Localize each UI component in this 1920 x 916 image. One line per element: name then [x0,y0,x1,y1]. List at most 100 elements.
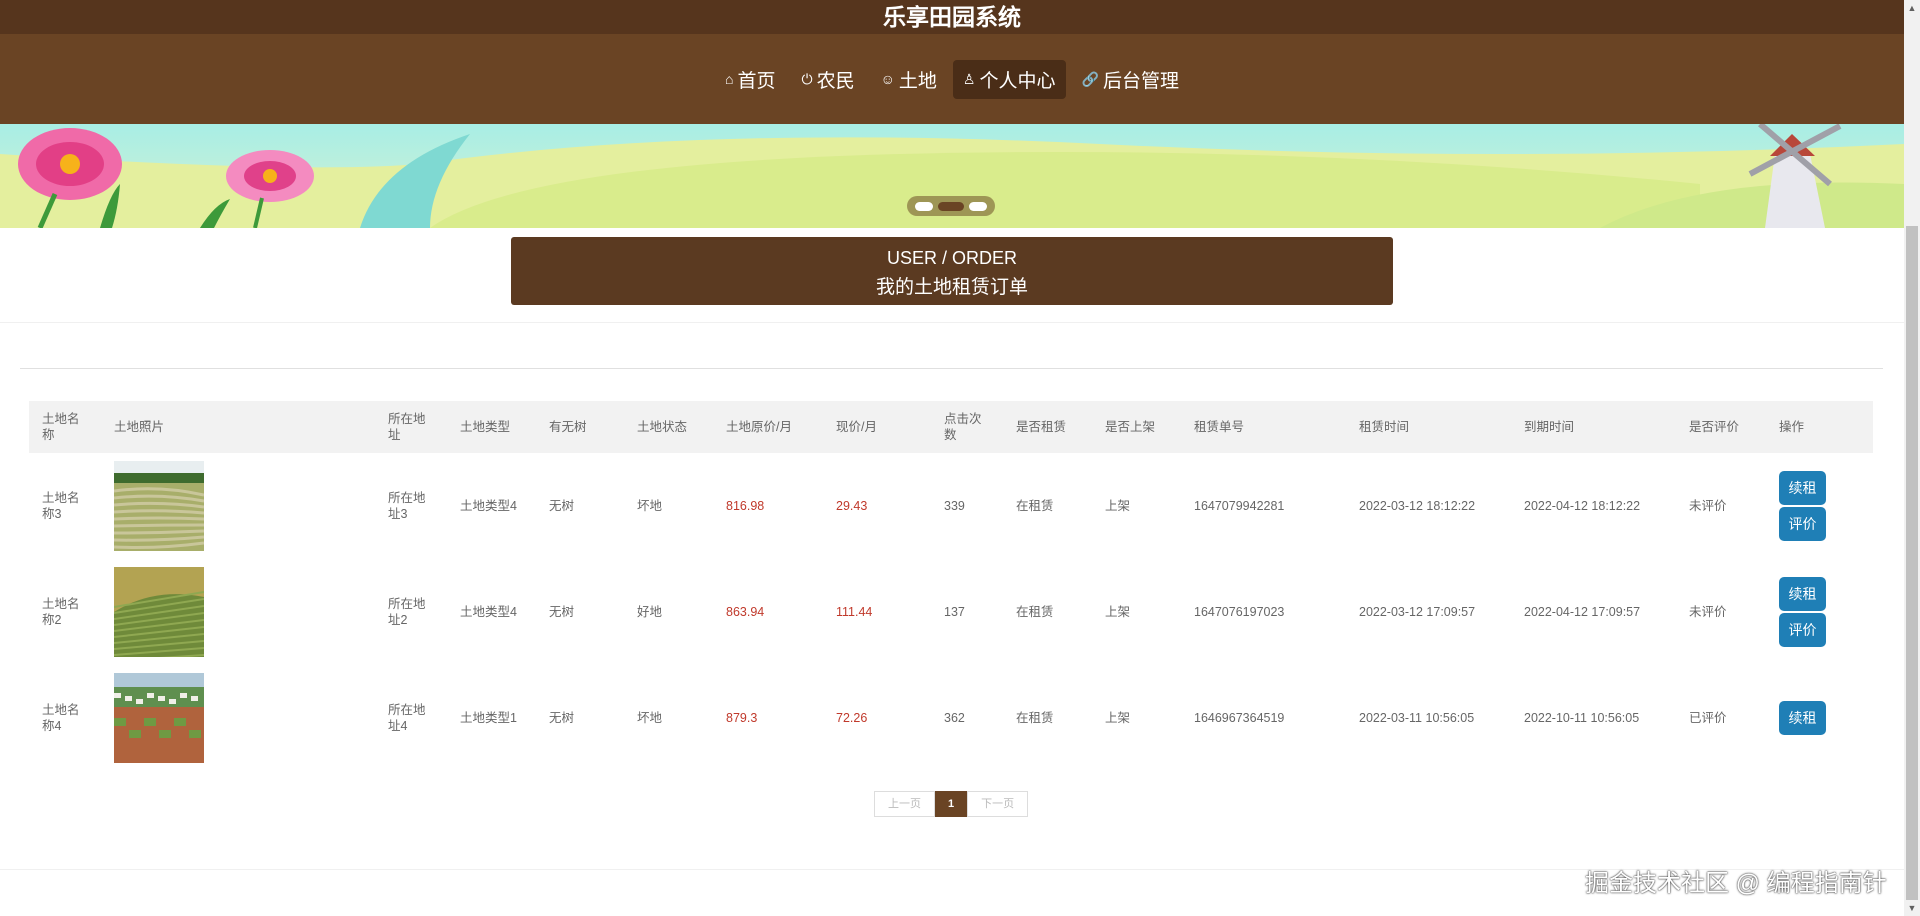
nav-item-label: 首页 [737,70,776,92]
cell-name: 土地名称2 [42,597,80,627]
renew-button[interactable]: 续租 [1779,471,1826,505]
user-icon: ♙ [962,70,976,87]
field-furrows-photo [101,453,375,559]
vertical-scrollbar[interactable]: ▲ ▼ [1904,0,1920,916]
cell-type: 土地类型1 [460,711,517,725]
review-button[interactable]: 评价 [1779,613,1826,647]
cell-tree: 无树 [549,711,575,725]
cell-type: 土地类型4 [460,499,517,513]
review-button[interactable]: 评价 [1779,507,1826,541]
column-header: 土地状态 [637,420,688,434]
column-header: 土地照片 [114,420,165,434]
nav-item-0[interactable]: ⌂ 首页 [715,60,785,99]
watermark: 掘金技术社区 @ 编程指南针 [1585,870,1887,897]
cell-rent-time: 2022-03-11 10:56:05 [1359,711,1475,725]
column-header: 现价/月 [836,420,877,434]
scroll-down-arrow-icon[interactable]: ▼ [1907,903,1917,913]
prev-page-button[interactable]: 上一页 [874,791,935,817]
cell-reviewed: 未评价 [1689,605,1727,619]
scroll-up-arrow-icon[interactable]: ▲ [1907,3,1917,13]
carousel-dot[interactable] [915,201,933,211]
carousel-indicators [907,196,995,216]
column-header: 所在地址 [388,412,426,442]
cell-listed: 上架 [1105,711,1131,725]
cell-reviewed: 未评价 [1689,499,1727,513]
cell-address: 所在地址2 [388,597,426,627]
next-page-button[interactable]: 下一页 [967,791,1029,817]
orders-table: 土地名称 土地照片 所在地址 土地类型 有无树 土地状态 土地原价/月 现价/月 点击次数 是否租… [29,401,1873,771]
cell-name: 土地名称4 [42,703,80,733]
current-page-button[interactable]: 1 [935,791,968,817]
column-header: 到期时间 [1524,420,1575,434]
cell-cur-price: 72.26 [836,711,868,725]
nav-item-label: 个人中心 [979,70,1056,92]
cell-status: 好地 [637,605,663,619]
cell-type: 土地类型4 [460,605,517,619]
cell-orig-price: 863.94 [726,605,765,619]
table-row: 土地名称3 所在地址3 土地类型4 无树 坏地 816.98 29.43 339 在租赁 上架 16… [29,453,1873,559]
nav-item-2[interactable]: ☺ 土地 [871,60,947,99]
column-header: 租赁单号 [1194,420,1245,434]
cell-order-no: 1647076197023 [1194,605,1285,619]
carousel-dot[interactable] [969,201,987,211]
nav-item-label: 农民 [816,70,855,92]
cell-orig-price: 879.3 [726,711,758,725]
cell-listed: 上架 [1105,605,1131,619]
green-field-photo [101,559,375,665]
cell-order-no: 1647079942281 [1194,499,1285,513]
cell-actions: 续租 [1766,665,1873,771]
cell-expire-time: 2022-10-11 10:56:05 [1524,711,1640,725]
table-header-row: 土地名称 土地照片 所在地址 土地类型 有无树 土地状态 土地原价/月 现价/月 点击次数 是否租… [29,401,1873,453]
table-row: 土地名称2 所在地址2 土地类型4 无树 好地 863.94 111.44 137 在租赁 上架 1… [29,559,1873,665]
section-title-block: USER / ORDER 我的土地租赁订单 [511,237,1393,305]
cell-name: 土地名称3 [42,491,80,521]
cell-clicks: 362 [944,711,965,725]
cell-actions: 续租 评价 [1766,559,1873,665]
carousel-dot[interactable] [938,201,964,211]
nav-item-label: 土地 [898,70,937,92]
cell-cur-price: 29.43 [836,499,868,513]
home-icon: ⌂ [725,71,734,87]
village-field-photo [101,665,375,771]
column-header: 土地原价/月 [726,420,792,434]
cell-reviewed: 已评价 [1689,711,1727,725]
scrollbar-thumb[interactable] [1906,226,1918,900]
cell-order-no: 1646967364519 [1194,711,1285,725]
cell-tree: 无树 [549,499,575,513]
section-title-zh: 我的土地租赁订单 [875,277,1028,298]
nav-item-1[interactable]: ⏻ 农民 [792,60,865,99]
column-header: 点击次数 [944,412,982,442]
column-header: 操作 [1779,420,1805,434]
power-icon: ⏻ [801,70,813,87]
cell-rented: 在租赁 [1016,605,1054,619]
cell-address: 所在地址3 [388,491,426,521]
renew-button[interactable]: 续租 [1779,577,1826,611]
cell-rent-time: 2022-03-12 17:09:57 [1359,605,1476,619]
smile-icon: ☺ [880,71,895,87]
nav-item-4[interactable]: 🔗 后台管理 [1072,60,1189,99]
section-title-en: USER / ORDER [886,248,1018,268]
column-header: 是否租赁 [1016,420,1067,434]
column-header: 有无树 [549,420,587,434]
column-header: 土地名称 [42,412,80,442]
cell-cur-price: 111.44 [836,605,873,619]
main-nav: ⌂ 首页 ⏻ 农民 ☺ 土地 ♙ 个人中心 🔗 后台管理 [0,34,1904,124]
nav-item-3[interactable]: ♙ 个人中心 [952,59,1066,99]
panel-divider [20,368,1883,369]
table-row: 土地名称4 所在地址4 土地类型1 无树 坏地 879.3 72.26 362 在租赁 上架 164… [29,665,1873,771]
site-title: 乐享田园系统 [0,0,1904,34]
cell-actions: 续租 评价 [1766,453,1873,559]
column-header: 租赁时间 [1359,420,1410,434]
column-header: 是否上架 [1105,420,1156,434]
cell-expire-time: 2022-04-12 18:12:22 [1524,499,1641,513]
link-icon: 🔗 [1081,70,1099,87]
cell-clicks: 137 [944,605,965,619]
cell-rented: 在租赁 [1016,499,1054,513]
cell-tree: 无树 [549,605,575,619]
column-header: 土地类型 [460,420,511,434]
renew-button[interactable]: 续租 [1779,701,1826,735]
cell-orig-price: 816.98 [726,499,765,513]
nav-item-label: 后台管理 [1102,70,1179,92]
cell-listed: 上架 [1105,499,1131,513]
column-header: 是否评价 [1689,420,1740,434]
